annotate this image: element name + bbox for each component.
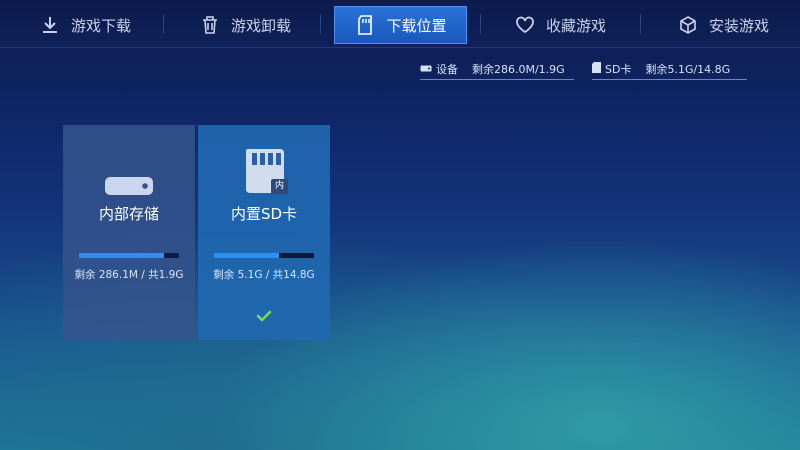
tab-label: 游戏下载 [70,16,131,35]
tab-favorite-games[interactable]: 收藏游戏 [500,6,620,44]
box-icon [677,14,699,36]
storage-capacity: 剩余 5.1G / 共14.8G [213,269,315,281]
tab-label: 安装游戏 [708,16,769,35]
storage-usage-fill [214,253,279,258]
internal-storage-card[interactable]: 内部存储 剩余 286.1M / 共1.9G [63,125,195,340]
download-icon [39,14,61,36]
sd-card-storage-card[interactable]: 内 内置SD卡 剩余 5.1G / 共14.8G [198,125,330,340]
trash-icon [199,14,221,36]
tab-download-location[interactable]: 下载位置 [334,6,467,44]
storage-usage-bar [79,253,179,258]
tab-install-games[interactable]: 安装游戏 [663,6,783,44]
check-icon [254,308,274,324]
tab-separator [320,14,321,34]
internal-badge: 内 [271,179,288,194]
sd-card-icon [354,14,376,36]
device-icon [420,62,432,75]
tab-separator [163,14,164,34]
tab-game-uninstall[interactable]: 游戏卸载 [185,6,305,44]
device-remaining: 剩余286.0M/1.9G [472,62,565,76]
storage-capacity: 剩余 286.1M / 共1.9G [74,269,184,281]
tab-separator [480,14,481,34]
sd-label: SD卡 [605,62,632,76]
sd-card-icon [592,61,601,76]
device-storage-info: 设备 剩余286.0M/1.9G [420,60,574,80]
card-title: 内置SD卡 [230,205,298,223]
card-title: 内部存储 [98,205,159,223]
storage-usage-fill [79,253,164,258]
sd-storage-info: SD卡 剩余5.1G/14.8G [592,60,747,80]
tab-separator [640,14,641,34]
storage-usage-bar [214,253,314,258]
sd-remaining: 剩余5.1G/14.8G [645,62,731,76]
heart-icon [514,14,536,36]
device-label: 设备 [436,62,458,76]
tab-game-download[interactable]: 游戏下载 [25,6,145,44]
top-tab-bar: 游戏下载 游戏卸载 下载位置 收藏游戏 安装游戏 [0,0,800,48]
hard-drive-icon [105,177,153,195]
tab-label: 游戏卸载 [230,16,291,35]
tab-label: 下载位置 [386,16,447,35]
tab-label: 收藏游戏 [545,16,606,35]
